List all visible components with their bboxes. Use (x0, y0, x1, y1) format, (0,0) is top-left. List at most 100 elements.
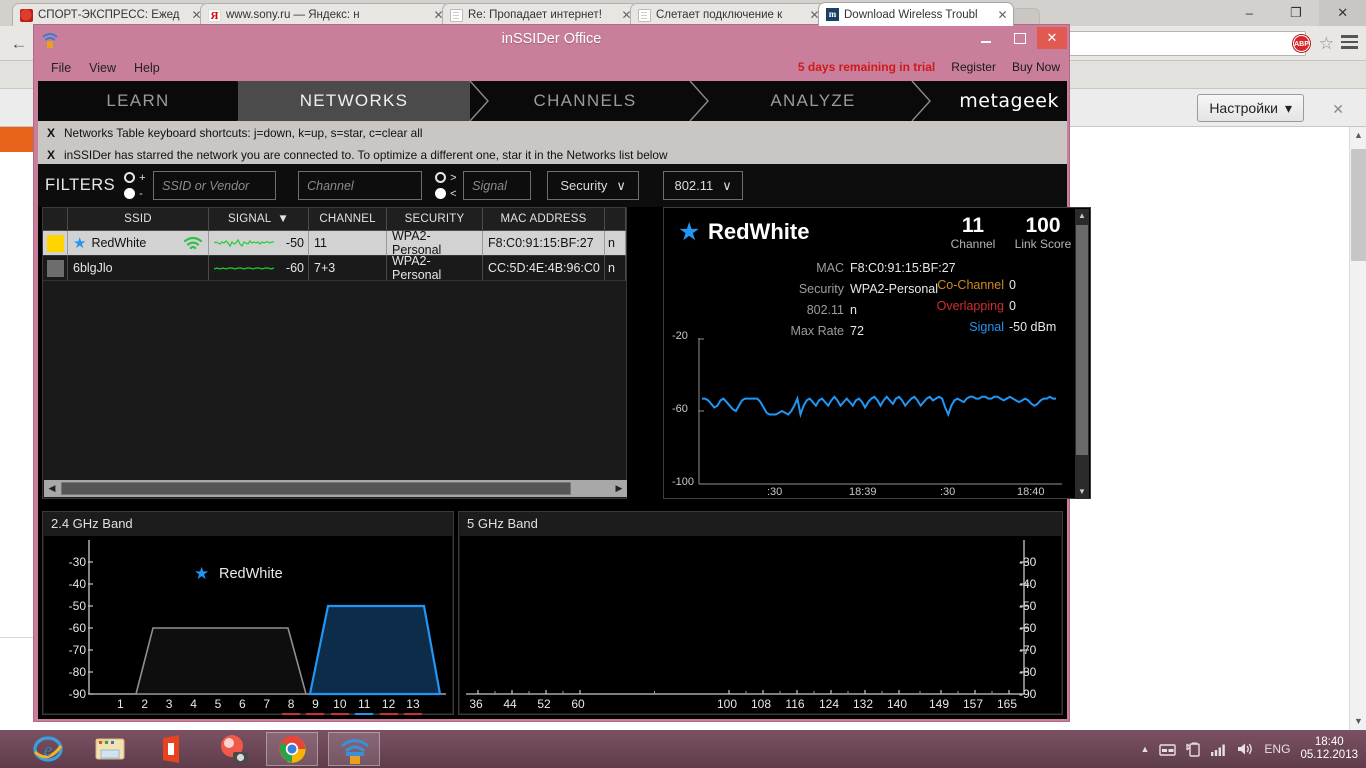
cell-signal-icon[interactable] (1211, 743, 1227, 756)
browser-tab-0[interactable]: СПОРТ-ЭКСПРЕСС: Ежед✕ (12, 3, 208, 26)
inssider-close-button[interactable] (1037, 27, 1067, 49)
signal-sparkline (214, 236, 276, 250)
chrome-icon[interactable] (266, 732, 318, 766)
scroll-left-icon[interactable]: ◀ (44, 483, 60, 494)
detail-dot11-value: n (850, 303, 857, 317)
col-security[interactable]: SECURITY (387, 208, 483, 230)
star-icon[interactable]: ★ (678, 220, 700, 245)
register-link[interactable]: Register (951, 60, 996, 74)
tab-close-icon[interactable]: ✕ (996, 9, 1009, 21)
ts-xtick-3: :30 (940, 486, 955, 498)
screenshot-tool-icon[interactable] (208, 732, 260, 766)
scroll-right-icon[interactable]: ▶ (611, 483, 627, 494)
browser-tab-1[interactable]: Яwww.sony.ru — Яндекс: н✕ (200, 3, 450, 26)
menu-view[interactable]: View (80, 61, 125, 75)
col-mac-address[interactable]: MAC ADDRESS (483, 208, 605, 230)
radio-less-than[interactable]: < (435, 188, 457, 200)
nav-tab-networks[interactable]: NETWORKS (238, 81, 470, 121)
signal-filter-input[interactable]: Signal (463, 171, 531, 200)
dot11-filter-dropdown[interactable]: 802.11 ∨ (663, 171, 743, 200)
browser-tab-label: Слетает подключение к (656, 9, 808, 21)
nav-tab-analyze[interactable]: ANALYZE (718, 81, 908, 121)
detail-scroll-up-icon[interactable]: ▲ (1075, 209, 1089, 223)
notice-close-icon[interactable]: X (38, 126, 64, 140)
chrome-close-button[interactable]: ✕ (1319, 0, 1366, 26)
browser-tab-4[interactable]: mDownload Wireless Troubl✕ (818, 2, 1014, 26)
menu-file[interactable]: File (42, 61, 80, 75)
tray-expand-icon[interactable]: ▲ (1141, 744, 1150, 754)
detail-panel-scrollbar[interactable]: ▲ ▼ (1075, 209, 1089, 499)
battery-icon[interactable] (1186, 742, 1201, 757)
hscrollbar-thumb[interactable] (61, 482, 571, 495)
chrome-minimize-button[interactable]: – (1226, 0, 1273, 26)
radio-greater-than[interactable]: > (435, 172, 457, 184)
col-ssid[interactable]: SSID (68, 208, 209, 230)
yandex-icon: Я (208, 9, 221, 22)
infobar-close-icon[interactable]: ✕ (1332, 101, 1344, 118)
inssider-icon[interactable] (328, 732, 380, 766)
nav-tab-learn[interactable]: LEARN (38, 81, 238, 121)
b5-xtick-44: 44 (494, 697, 526, 711)
network-icon[interactable] (1159, 743, 1176, 756)
svg-text:e: e (44, 740, 52, 761)
settings-button[interactable]: Настройки ▾ (1197, 94, 1304, 122)
new-tab-button[interactable] (1012, 8, 1040, 25)
notice-close-icon[interactable]: X (38, 148, 64, 162)
band-5-title: 5 GHz Band (459, 512, 1062, 535)
col-signal[interactable]: SIGNAL ▼ (209, 208, 309, 230)
detail-scroll-down-icon[interactable]: ▼ (1075, 485, 1089, 499)
clock[interactable]: 18:40 05.12.2013 (1300, 736, 1358, 762)
browser-tab-label: Download Wireless Troubl (844, 9, 996, 21)
browser-tab-3[interactable]: Слетает подключение к✕ (630, 3, 826, 26)
detail-channel-block: 11 Channel (942, 215, 1004, 251)
bookmark-star-icon[interactable]: ☆ (1319, 35, 1334, 52)
detail-field-overlapping-value: 0 (1009, 299, 1016, 313)
inssider-maximize-button[interactable] (1004, 27, 1034, 49)
file-explorer-icon[interactable] (84, 732, 136, 766)
chrome-maximize-button[interactable]: ❐ (1273, 0, 1320, 26)
language-indicator[interactable]: ENG (1264, 742, 1290, 756)
table-horizontal-scrollbar[interactable]: ◀ ▶ (44, 480, 627, 497)
b24-channel-marker-11 (355, 713, 373, 715)
security-filter-dropdown[interactable]: Security ∨ (547, 171, 639, 200)
internet-explorer-icon[interactable]: e (22, 732, 74, 766)
radio-include[interactable]: + (124, 172, 146, 184)
table-row[interactable]: ★ RedWhite -50 11 (43, 231, 626, 256)
detail-field-cochannel-value: 0 (1009, 278, 1016, 292)
buy-now-link[interactable]: Buy Now (1012, 60, 1060, 74)
browser-tab-2[interactable]: Re: Пропадает интернет!✕ (442, 3, 638, 26)
nav-tab-networks-label: NETWORKS (300, 91, 409, 111)
nav-tab-channels-label: CHANNELS (534, 91, 637, 111)
scroll-up-icon[interactable]: ▲ (1350, 127, 1366, 144)
scrollbar-thumb[interactable] (1351, 149, 1366, 261)
ssid-or-vendor-input[interactable]: SSID or Vendor (153, 171, 276, 200)
table-row[interactable]: 6blgJlo -60 7+3 WPA2-Personal CC:5D:4E:4… (43, 256, 626, 281)
col-signal-label: SIGNAL (228, 213, 271, 225)
hamburger-menu-icon[interactable] (1341, 35, 1358, 52)
b24-xtick-12: 12 (378, 697, 400, 711)
col-dot11[interactable] (605, 208, 626, 230)
inssider-title-bar[interactable]: inSSIDer Office (34, 25, 1069, 55)
ts-ytick-top: -20 (672, 330, 688, 342)
notice-text: inSSIDer has starred the network you are… (64, 148, 667, 162)
band-chart-5ghz: 5 GHz Band -30 -40 -50 -60 -70 -80 -90 (458, 511, 1063, 715)
page-scrollbar[interactable]: ▲ ▼ (1349, 127, 1366, 730)
back-arrow-icon[interactable]: ← (8, 33, 30, 55)
menu-help[interactable]: Help (125, 61, 169, 75)
detail-scrollbar-thumb[interactable] (1076, 225, 1088, 455)
ts-xtick-2: 18:39 (849, 486, 877, 498)
filters-bar: FILTERS + - SSID or Vendor Channel (38, 164, 1067, 207)
star-icon[interactable]: ★ (73, 236, 86, 251)
channel-filter-input[interactable]: Channel (298, 171, 422, 200)
col-channel[interactable]: CHANNEL (309, 208, 387, 230)
volume-icon[interactable] (1237, 742, 1254, 756)
nav-tab-channels[interactable]: CHANNELS (490, 81, 680, 121)
ssid-include-exclude-radios: + - (124, 172, 146, 200)
adblock-plus-icon[interactable]: ABP (1293, 35, 1310, 52)
nav-tab-learn-label: LEARN (106, 91, 169, 111)
office-icon[interactable] (146, 732, 198, 766)
inssider-minimize-button[interactable] (971, 27, 1001, 49)
b24-xtick-10: 10 (329, 697, 351, 711)
scroll-down-icon[interactable]: ▼ (1350, 713, 1366, 730)
radio-exclude[interactable]: - (124, 188, 146, 200)
